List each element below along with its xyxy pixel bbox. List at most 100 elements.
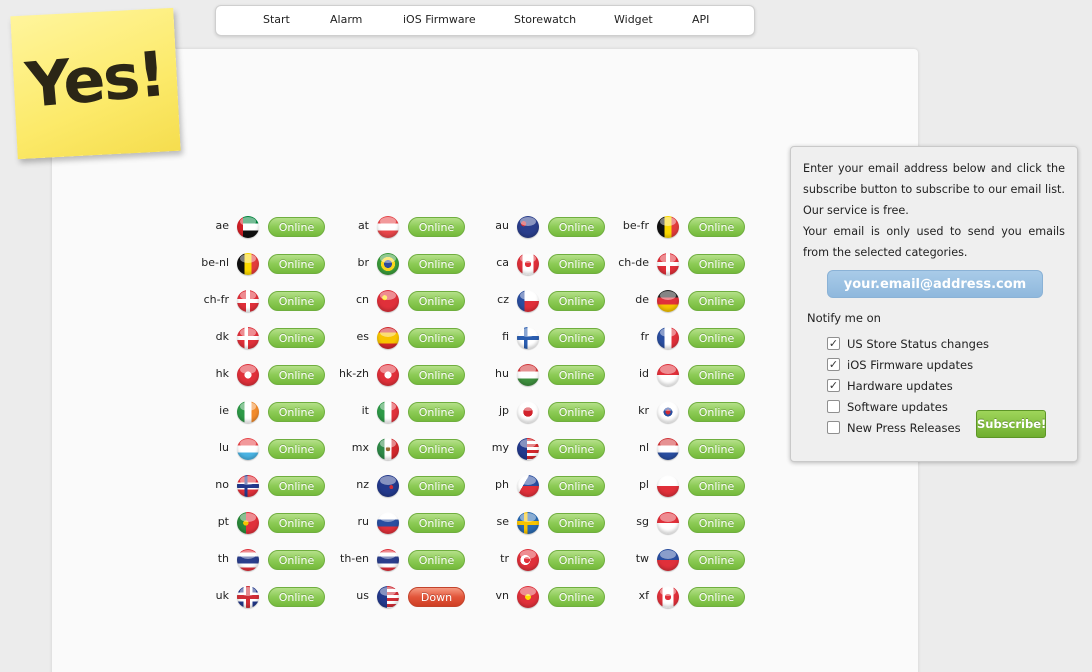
country-code: at <box>357 219 369 232</box>
notify-label: Notify me on <box>807 311 881 325</box>
country-code: cn <box>355 293 369 306</box>
portugal-flag-icon <box>237 512 259 534</box>
belgium-flag-icon <box>237 253 259 275</box>
category-label: New Press Releases <box>847 421 961 435</box>
taiwan-flag-icon <box>657 549 679 571</box>
subscribe-button[interactable]: Subscribe! <box>976 410 1046 438</box>
country-code: it <box>361 404 369 417</box>
russia-flag-icon <box>377 512 399 534</box>
email-input[interactable] <box>827 270 1043 298</box>
status-badge[interactable]: Online <box>688 254 745 274</box>
nav-item-alarm[interactable]: Alarm <box>330 13 362 26</box>
hongkong-flag-icon <box>377 364 399 386</box>
status-badge[interactable]: Online <box>688 291 745 311</box>
singapore-flag-icon <box>657 512 679 534</box>
country-code: us <box>356 589 369 602</box>
country-code: br <box>357 256 369 269</box>
nav-item-api[interactable]: API <box>692 13 709 26</box>
logo-text: Yes! <box>23 37 168 122</box>
philippines-flag-icon <box>517 475 539 497</box>
country-code: mx <box>351 441 369 454</box>
checkbox[interactable]: ✓ <box>827 379 840 392</box>
country-code: nl <box>638 441 649 454</box>
switzerland-flag-icon <box>657 253 679 275</box>
status-badge[interactable]: Online <box>688 365 745 385</box>
luxembourg-flag-icon <box>237 438 259 460</box>
korea-flag-icon <box>657 401 679 423</box>
status-badge[interactable]: Online <box>688 587 745 607</box>
country-code: th-en <box>340 552 369 565</box>
canada-flag-icon <box>657 586 679 608</box>
country-code: xf <box>638 589 649 602</box>
intro-text-1: Enter your email address below and click… <box>803 162 1065 217</box>
thailand-flag-icon <box>377 549 399 571</box>
country-code: tw <box>635 552 649 565</box>
indonesia-flag-icon <box>657 364 679 386</box>
checkbox[interactable]: ✓ <box>827 337 840 350</box>
poland-flag-icon <box>657 475 679 497</box>
country-code: uk <box>215 589 229 602</box>
checkbox[interactable] <box>827 421 840 434</box>
nav-item-ios-firmware[interactable]: iOS Firmware <box>403 13 476 26</box>
austria-flag-icon <box>377 216 399 238</box>
australia-flag-icon <box>517 216 539 238</box>
thailand-flag-icon <box>237 549 259 571</box>
canada-flag-icon <box>517 253 539 275</box>
status-badge[interactable]: Online <box>688 328 745 348</box>
country-code: hk-zh <box>338 367 369 380</box>
switzerland-flag-icon <box>237 290 259 312</box>
country-code: lu <box>218 441 229 454</box>
intro-text-2: Your email is only used to send you emai… <box>803 225 1065 259</box>
status-badge[interactable]: Online <box>688 217 745 237</box>
newzealand-flag-icon <box>377 475 399 497</box>
status-badge[interactable]: Online <box>688 550 745 570</box>
country-code: ie <box>219 404 229 417</box>
category-label: Software updates <box>847 400 948 414</box>
status-badge[interactable]: Online <box>688 402 745 422</box>
nav-item-storewatch[interactable]: Storewatch <box>514 13 576 26</box>
status-badge[interactable]: Online <box>688 439 745 459</box>
vietnam-flag-icon <box>517 586 539 608</box>
checkbox[interactable]: ✓ <box>827 358 840 371</box>
china-flag-icon <box>377 290 399 312</box>
japan-flag-icon <box>517 401 539 423</box>
denmark-flag-icon <box>237 327 259 349</box>
country-code: be-nl <box>201 256 229 269</box>
country-code: tr <box>500 552 509 565</box>
sweden-flag-icon <box>517 512 539 534</box>
nav-item-widget[interactable]: Widget <box>614 13 653 26</box>
mexico-flag-icon <box>377 438 399 460</box>
country-code: nz <box>356 478 369 491</box>
country-code: vn <box>495 589 509 602</box>
belgium-flag-icon <box>657 216 679 238</box>
country-code: my <box>491 441 509 454</box>
country-code: ca <box>496 256 509 269</box>
logo-sticky-note[interactable]: Yes! <box>10 7 181 160</box>
status-badge[interactable]: Online <box>688 476 745 496</box>
country-code: ph <box>495 478 509 491</box>
spain-flag-icon <box>377 327 399 349</box>
country-code: jp <box>498 404 509 417</box>
country-code: pl <box>638 478 649 491</box>
country-code: hu <box>495 367 509 380</box>
country-code: cz <box>497 293 509 306</box>
country-code: es <box>356 330 370 343</box>
brazil-flag-icon <box>377 253 399 275</box>
status-badge[interactable]: Online <box>688 513 745 533</box>
country-code: fi <box>502 330 509 343</box>
finland-flag-icon <box>517 327 539 349</box>
country-code: id <box>638 367 649 380</box>
category-label: Hardware updates <box>847 379 953 393</box>
subscribe-panel: Enter your email address below and click… <box>790 146 1078 462</box>
country-code: hk <box>215 367 229 380</box>
country-code: ae <box>215 219 229 232</box>
hungary-flag-icon <box>517 364 539 386</box>
hongkong-flag-icon <box>237 364 259 386</box>
country-code: sg <box>636 515 649 528</box>
nav-item-start[interactable]: Start <box>263 13 290 26</box>
country-code: se <box>496 515 510 528</box>
turkey-flag-icon <box>517 549 539 571</box>
country-code: fr <box>640 330 649 343</box>
italy-flag-icon <box>377 401 399 423</box>
checkbox[interactable] <box>827 400 840 413</box>
